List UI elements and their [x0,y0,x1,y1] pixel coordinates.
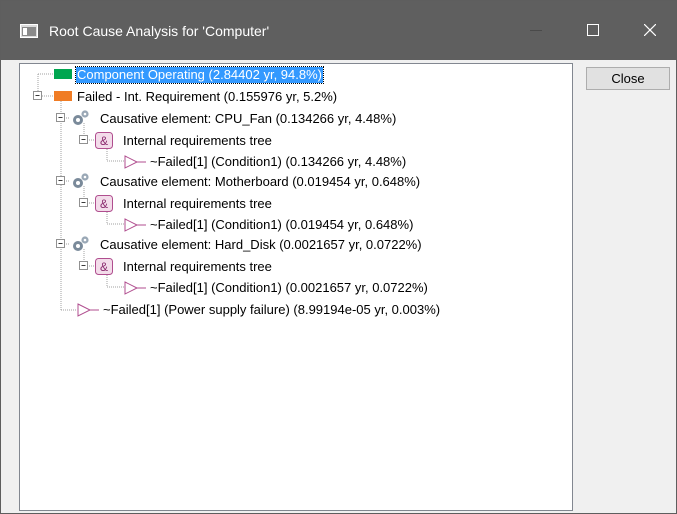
and-gate-icon: & [95,132,113,149]
tree-node-internal-tree-2[interactable]: Internal requirements tree [123,196,272,212]
and-gate-icon: & [95,258,113,275]
tree-node-internal-tree-3[interactable]: Internal requirements tree [123,259,272,275]
tree-node-cause-hard-disk[interactable]: Causative element: Hard_Disk (0.0021657 … [100,237,422,253]
maximize-icon [587,24,599,36]
window-title: Root Cause Analysis for 'Computer' [49,23,270,39]
and-gate-icon: & [95,195,113,212]
triangle-icon [124,218,146,232]
triangle-icon [124,281,146,295]
tree-leaf-motherboard[interactable]: ~Failed[1] (Condition1) (0.019454 yr, 0.… [150,217,413,233]
orange-bar-icon [54,91,72,101]
svg-text:&: & [100,260,108,274]
gears-icon [73,236,89,251]
tree-leaf-power-supply[interactable]: ~Failed[1] (Power supply failure) (8.991… [103,302,440,318]
tree-node-failed[interactable]: Failed - Int. Requirement (0.155976 yr, … [77,89,337,105]
svg-text:&: & [100,197,108,211]
tree-node-cause-cpu-fan[interactable]: Causative element: CPU_Fan (0.134266 yr,… [100,111,396,127]
svg-text:&: & [100,134,108,148]
minimize-button[interactable] [513,1,559,60]
triangle-icon [124,155,146,169]
title-bar[interactable]: Root Cause Analysis for 'Computer' [1,1,676,60]
gears-icon [73,110,89,125]
tree-leaf-hard-disk[interactable]: ~Failed[1] (Condition1) (0.0021657 yr, 0… [150,280,428,296]
root-cause-tree[interactable]: Component Operating (2.84402 yr, 94.8%) … [19,63,573,511]
maximize-button[interactable] [570,1,616,60]
green-bar-icon [54,69,72,79]
close-window-button[interactable] [627,1,673,60]
close-icon [644,24,656,36]
triangle-icon [77,303,99,317]
app-window-icon [20,24,38,38]
gears-icon [73,173,89,188]
close-button[interactable]: Close [586,67,670,90]
minimize-icon [530,30,542,31]
root-cause-window: Root Cause Analysis for 'Computer' Compo… [0,0,677,514]
tree-node-cause-motherboard[interactable]: Causative element: Motherboard (0.019454… [100,174,420,190]
tree-node-operating[interactable]: Component Operating (2.84402 yr, 94.8%) [75,66,324,84]
tree-node-internal-tree-1[interactable]: Internal requirements tree [123,133,272,149]
tree-leaf-cpu-fan[interactable]: ~Failed[1] (Condition1) (0.134266 yr, 4.… [150,154,406,170]
